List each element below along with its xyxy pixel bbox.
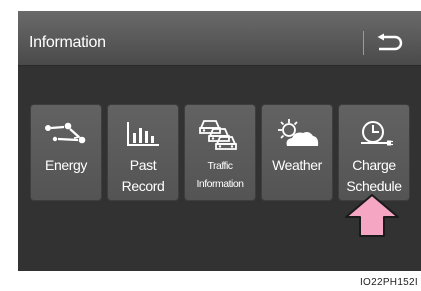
back-button[interactable] bbox=[370, 29, 406, 57]
energy-flow-icon bbox=[45, 122, 86, 144]
traffic-cars-icon bbox=[199, 120, 237, 150]
energy-button[interactable]: Energy bbox=[31, 105, 101, 200]
header-bar: Information bbox=[18, 11, 421, 66]
clock-plug-icon bbox=[361, 121, 393, 146]
charge-schedule-label: Charge Schedule bbox=[346, 157, 402, 194]
pink-up-arrow-icon bbox=[345, 194, 399, 237]
return-arrow-icon bbox=[377, 33, 403, 51]
traffic-information-label: Traffic Information bbox=[196, 160, 244, 190]
weather-label: Weather bbox=[272, 157, 322, 173]
traffic-information-button[interactable]: Traffic Information bbox=[185, 105, 255, 200]
header-divider bbox=[363, 31, 364, 55]
past-record-button[interactable]: Past Record bbox=[108, 105, 178, 200]
page-title: Information bbox=[29, 34, 106, 51]
bar-chart-icon bbox=[127, 122, 159, 146]
charge-schedule-button[interactable]: Charge Schedule bbox=[339, 105, 409, 200]
past-record-label: Past Record bbox=[121, 157, 165, 194]
sun-cloud-icon bbox=[278, 119, 319, 146]
figure-code: IO22PH152I bbox=[359, 277, 418, 288]
energy-label: Energy bbox=[45, 157, 87, 173]
weather-button[interactable]: Weather bbox=[262, 105, 332, 200]
